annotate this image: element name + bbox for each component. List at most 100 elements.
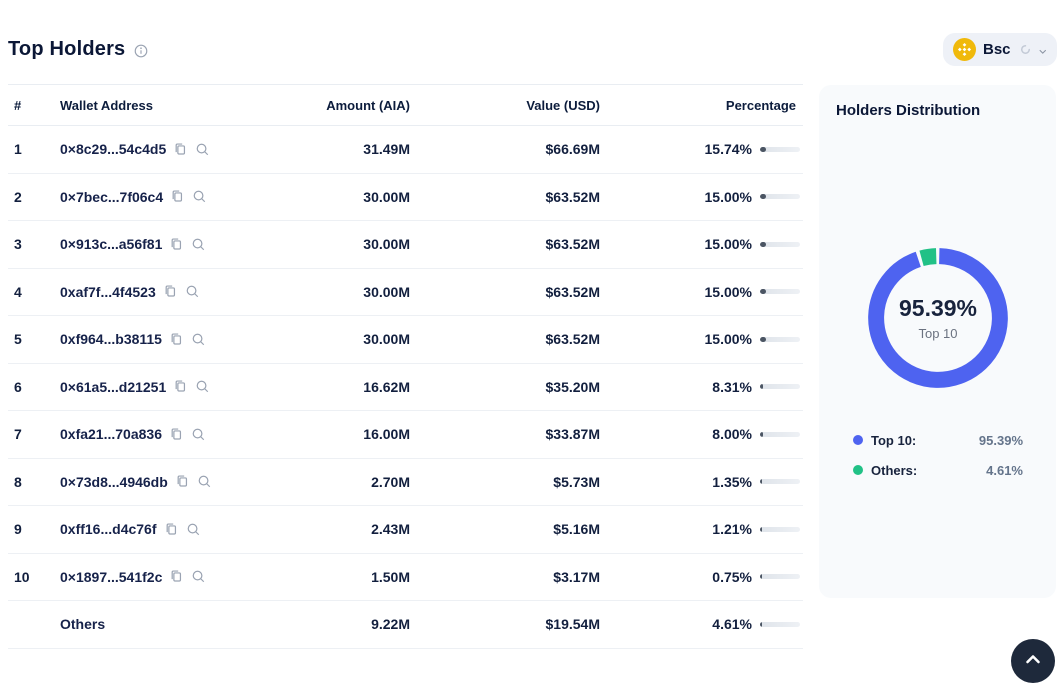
percentage-bar (760, 289, 800, 295)
value-cell: $63.52M (545, 283, 600, 300)
address-cell: 0×7bec...7f06c4 (54, 189, 254, 205)
percentage-bar (760, 479, 800, 485)
info-icon[interactable] (134, 44, 148, 58)
wallet-address[interactable]: 0×7bec...7f06c4 (60, 189, 163, 205)
amount-cell: 2.43M (371, 521, 410, 538)
copy-icon[interactable] (169, 569, 184, 584)
holders-distribution-panel: Holders Distribution 95.39% Top 10 Top 1… (819, 85, 1056, 598)
search-icon[interactable] (192, 189, 207, 204)
percentage-bar-fill (760, 241, 766, 247)
table-row: 4 0xaf7f...4f4523 30.00M $63.52M 15.00% (8, 269, 803, 316)
search-icon[interactable] (195, 142, 210, 157)
percentage-bar-fill (760, 431, 764, 437)
amount-cell: 31.49M (363, 141, 410, 158)
legend-value: 4.61% (986, 462, 1023, 478)
rank-cell: 3 (14, 236, 22, 253)
wallet-address[interactable]: 0×73d8...4946db (60, 474, 168, 490)
legend-dot-top10 (853, 435, 863, 445)
table-row: 7 0xfa21...70a836 16.00M $33.87M 8.00% (8, 411, 803, 459)
rank-cell: 7 (14, 426, 22, 443)
rank-cell: 2 (14, 188, 22, 205)
percentage-text: 15.00% (704, 236, 752, 253)
percentage-cell: 8.31% (604, 379, 803, 395)
distribution-legend: Top 10: 95.39% Others: 4.61% (853, 425, 1023, 485)
percentage-bar (760, 384, 800, 390)
copy-icon[interactable] (169, 237, 184, 252)
value-cell: $33.87M (545, 426, 600, 443)
copy-icon[interactable] (173, 379, 188, 394)
search-icon[interactable] (185, 284, 200, 299)
donut-top10-arc (868, 248, 1008, 388)
chevron-down-icon[interactable] (1038, 43, 1048, 56)
wallet-address[interactable]: 0xf964...b38115 (60, 331, 162, 347)
rank-cell: 8 (14, 473, 22, 490)
top-holders-table: # Wallet Address Amount (AIA) Value (USD… (8, 84, 803, 649)
chevron-up-icon (1026, 655, 1040, 664)
percentage-cell: 15.00% (604, 236, 803, 252)
copy-icon[interactable] (173, 142, 188, 157)
legend-item-top10[interactable]: Top 10: 95.39% (853, 425, 1023, 455)
percentage-text: 1.35% (712, 473, 752, 490)
rank-cell: 1 (14, 141, 22, 158)
amount-cell: 1.50M (371, 568, 410, 585)
legend-label: Top 10: (871, 432, 917, 448)
col-value: Value (USD) (526, 97, 600, 113)
copy-icon[interactable] (164, 522, 179, 537)
address-cell: 0×1897...541f2c (54, 569, 254, 585)
wallet-address[interactable]: 0×8c29...54c4d5 (60, 141, 166, 157)
wallet-address[interactable]: Others (60, 616, 105, 632)
legend-item-others[interactable]: Others: 4.61% (853, 455, 1023, 485)
value-cell: $19.54M (545, 616, 600, 633)
copy-icon[interactable] (170, 189, 185, 204)
search-icon[interactable] (197, 474, 212, 489)
wallet-address[interactable]: 0×913c...a56f81 (60, 236, 162, 252)
amount-cell: 30.00M (363, 283, 410, 300)
scroll-to-top-button[interactable] (1011, 639, 1055, 683)
table-row: Others 9.22M $19.54M 4.61% (8, 601, 803, 649)
wallet-address[interactable]: 0×61a5...d21251 (60, 379, 166, 395)
wallet-address[interactable]: 0×1897...541f2c (60, 569, 162, 585)
percentage-cell: 0.75% (604, 569, 803, 585)
address-cell: 0xaf7f...4f4523 (54, 284, 254, 300)
percentage-bar-fill (760, 574, 762, 580)
search-icon[interactable] (195, 379, 210, 394)
copy-icon[interactable] (169, 332, 184, 347)
wallet-address[interactable]: 0xfa21...70a836 (60, 426, 162, 442)
percentage-bar (760, 336, 800, 342)
percentage-cell: 15.00% (604, 189, 803, 205)
address-cell: 0×61a5...d21251 (54, 379, 254, 395)
refresh-spinner-icon[interactable] (1020, 42, 1031, 57)
address-cell: 0xfa21...70a836 (54, 426, 254, 442)
search-icon[interactable] (191, 569, 206, 584)
copy-icon[interactable] (175, 474, 190, 489)
amount-cell: 30.00M (363, 188, 410, 205)
table-row: 2 0×7bec...7f06c4 30.00M $63.52M 15.00% (8, 174, 803, 221)
value-cell: $3.17M (553, 568, 600, 585)
address-cell: Others (54, 616, 254, 632)
percentage-text: 15.00% (704, 283, 752, 300)
value-cell: $66.69M (545, 141, 600, 158)
percentage-bar (760, 431, 800, 437)
percentage-cell: 15.00% (604, 284, 803, 300)
search-icon[interactable] (186, 522, 201, 537)
percentage-cell: 1.35% (604, 474, 803, 490)
table-row: 1 0×8c29...54c4d5 31.49M $66.69M 15.74% (8, 126, 803, 174)
wallet-address[interactable]: 0xaf7f...4f4523 (60, 284, 156, 300)
chain-selector[interactable]: Bsc (943, 33, 1057, 66)
percentage-bar-fill (760, 479, 762, 485)
search-icon[interactable] (191, 332, 206, 347)
copy-icon[interactable] (163, 284, 178, 299)
copy-icon[interactable] (169, 427, 184, 442)
search-icon[interactable] (191, 427, 206, 442)
address-cell: 0×913c...a56f81 (54, 236, 254, 252)
table-row: 5 0xf964...b38115 30.00M $63.52M 15.00% (8, 316, 803, 364)
amount-cell: 30.00M (363, 331, 410, 348)
percentage-bar-fill (760, 336, 766, 342)
percentage-bar-fill (760, 526, 762, 532)
wallet-address[interactable]: 0xff16...d4c76f (60, 521, 157, 537)
donut-others-arc (868, 248, 1008, 388)
col-wallet-address: Wallet Address (60, 97, 153, 113)
percentage-cell: 1.21% (604, 521, 803, 537)
percentage-cell: 15.00% (604, 331, 803, 347)
search-icon[interactable] (191, 237, 206, 252)
